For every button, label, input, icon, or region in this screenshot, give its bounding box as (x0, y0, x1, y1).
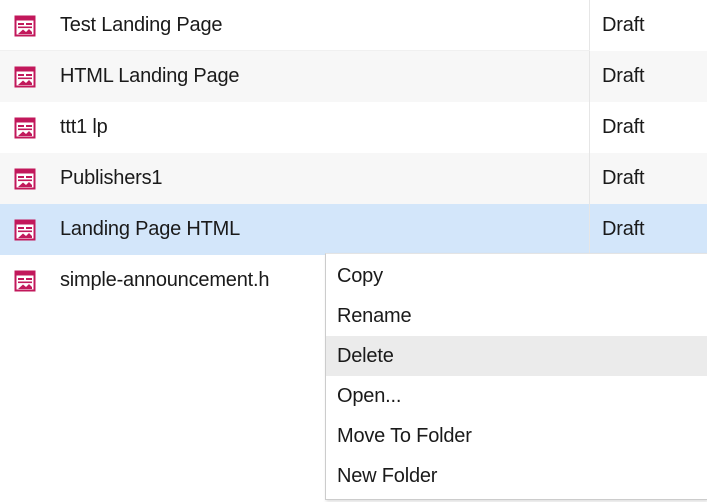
menu-item-new-folder[interactable]: New Folder (326, 456, 707, 496)
name-cell: Publishers1 (0, 153, 590, 204)
landing-page-icon (14, 168, 36, 190)
file-row[interactable]: Test Landing Page Draft (0, 0, 707, 51)
name-cell: Landing Page HTML (0, 204, 590, 255)
status-text: Draft (602, 116, 645, 138)
file-name[interactable]: Publishers1 (60, 167, 163, 190)
landing-page-icon (14, 117, 36, 139)
status-text: Draft (602, 65, 645, 87)
menu-item-open[interactable]: Open... (326, 376, 707, 416)
menu-item-move-to-folder[interactable]: Move To Folder (326, 416, 707, 456)
menu-item-copy[interactable]: Copy (326, 256, 707, 296)
name-cell: ttt1 lp (0, 102, 590, 153)
landing-page-icon (14, 15, 36, 37)
page: Test Landing Page Draft HTML Landing Pag… (0, 0, 707, 502)
name-cell: HTML Landing Page (0, 51, 590, 102)
file-name[interactable]: Landing Page HTML (60, 218, 240, 241)
status-cell: Draft (590, 204, 707, 255)
menu-item-delete[interactable]: Delete (326, 336, 707, 376)
status-cell: Draft (590, 0, 707, 51)
file-name[interactable]: Test Landing Page (60, 14, 222, 37)
status-text: Draft (602, 218, 645, 240)
landing-page-icon (14, 66, 36, 88)
landing-page-icon (14, 219, 36, 241)
file-row[interactable]: HTML Landing Page Draft (0, 51, 707, 102)
status-text: Draft (602, 14, 645, 36)
file-row-selected[interactable]: Landing Page HTML Draft (0, 204, 707, 255)
menu-item-rename[interactable]: Rename (326, 296, 707, 336)
name-cell: Test Landing Page (0, 0, 590, 51)
landing-page-icon (14, 270, 36, 292)
file-name[interactable]: ttt1 lp (60, 116, 108, 139)
file-name[interactable]: HTML Landing Page (60, 65, 240, 88)
status-cell: Draft (590, 153, 707, 204)
context-menu: Copy Rename Delete Open... Move To Folde… (325, 253, 707, 500)
status-text: Draft (602, 167, 645, 189)
file-name[interactable]: simple-announcement.h (60, 269, 269, 292)
status-cell: Draft (590, 102, 707, 153)
file-row[interactable]: Publishers1 Draft (0, 153, 707, 204)
file-row[interactable]: ttt1 lp Draft (0, 102, 707, 153)
status-cell: Draft (590, 51, 707, 102)
